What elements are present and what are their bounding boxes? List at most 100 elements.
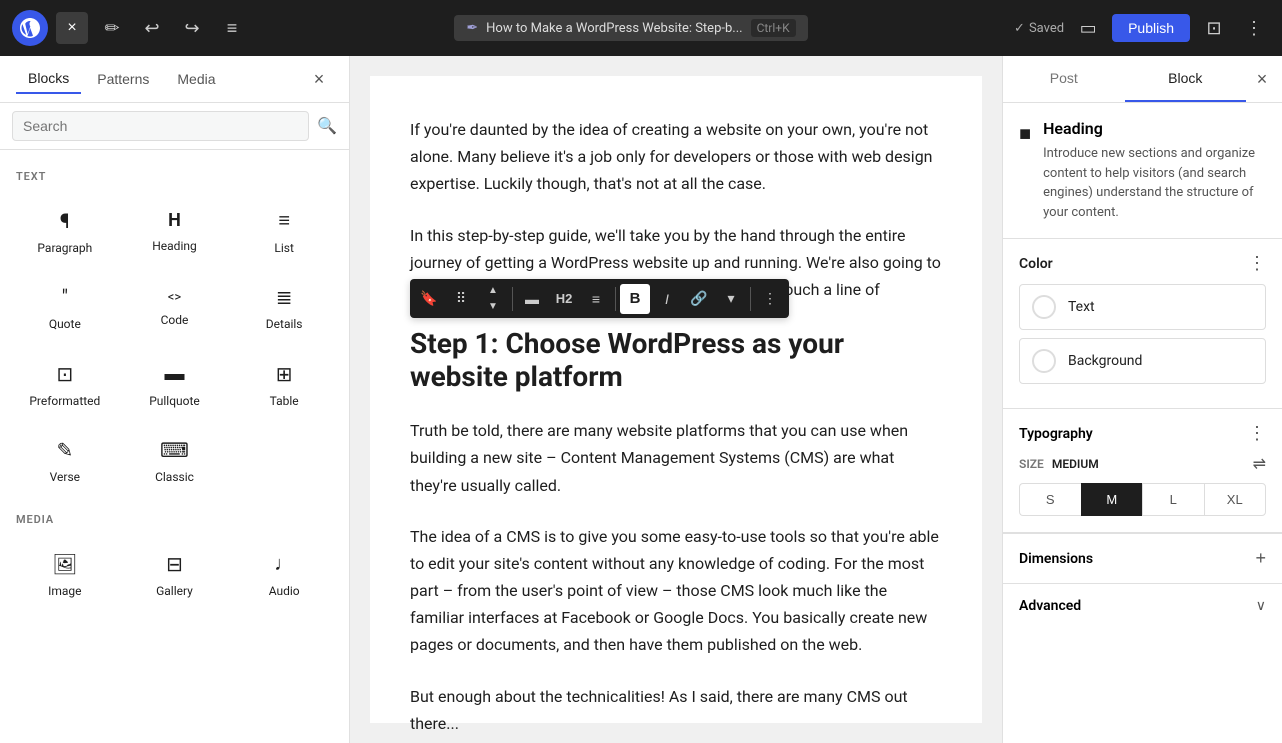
undo-button[interactable]: ↩ <box>136 12 168 44</box>
size-btn-s[interactable]: S <box>1019 483 1081 516</box>
toolbar-move-up-button[interactable]: ▲ <box>478 283 508 298</box>
paragraph-icon: ¶ <box>60 209 70 233</box>
media-section-label: MEDIA <box>16 513 333 526</box>
block-item-heading[interactable]: H Heading <box>122 195 228 268</box>
typography-section: Typography ⋮ SIZE MEDIUM ⇌ S M L XL <box>1003 408 1282 533</box>
block-item-audio[interactable]: ♩ Audio <box>231 538 337 611</box>
text-color-label: Text <box>1068 299 1095 315</box>
tab-block[interactable]: Block <box>1125 56 1247 102</box>
toolbar-move-down-button[interactable]: ▼ <box>478 299 508 314</box>
advanced-chevron-icon: ∨ <box>1256 598 1266 614</box>
block-item-preformatted[interactable]: ⊡ Preformatted <box>12 348 118 421</box>
image-icon: 🖼 <box>52 552 77 576</box>
table-icon: ⊞ <box>276 362 293 386</box>
heading-block[interactable]: 🔖 ⠿ ▲ ▼ ▬ H2 ≡ B I 🔗 ▾ ⋮ <box>410 327 942 393</box>
search-input[interactable] <box>12 111 309 141</box>
toolbar-divider-2 <box>615 287 616 311</box>
paragraph-1[interactable]: If you're daunted by the idea of creatin… <box>410 116 942 198</box>
block-item-image[interactable]: 🖼 Image <box>12 538 118 611</box>
block-label-table: Table <box>270 394 299 408</box>
tab-post[interactable]: Post <box>1003 56 1125 102</box>
tab-media[interactable]: Media <box>165 65 227 93</box>
background-color-label: Background <box>1068 353 1142 369</box>
toolbar-italic-button[interactable]: I <box>652 284 682 314</box>
toolbar-align-button[interactable]: ≡ <box>581 284 611 314</box>
right-sidebar-close-button[interactable]: × <box>1246 63 1278 95</box>
heading-icon: H <box>168 210 181 231</box>
block-label-image: Image <box>48 584 81 598</box>
color-option-text[interactable]: Text <box>1019 284 1266 330</box>
toolbar-more-button[interactable]: ⋮ <box>755 284 785 314</box>
paragraph-3[interactable]: Truth be told, there are many website pl… <box>410 417 942 499</box>
dimensions-add-button[interactable]: + <box>1255 548 1266 569</box>
advanced-section-header[interactable]: Advanced ∨ <box>1003 584 1282 628</box>
block-label-list: List <box>274 241 294 255</box>
toolbar-h2-button[interactable]: H2 <box>549 284 579 314</box>
block-item-code[interactable]: <> Code <box>122 272 228 344</box>
dimensions-section-header[interactable]: Dimensions + <box>1003 534 1282 583</box>
block-item-paragraph[interactable]: ¶ Paragraph <box>12 195 118 268</box>
color-more-button[interactable]: ⋮ <box>1248 253 1266 274</box>
block-type-title: Heading <box>1043 119 1266 138</box>
text-section-label: TEXT <box>16 170 333 183</box>
color-section: Color ⋮ Text Background <box>1003 239 1282 408</box>
page-title: How to Make a WordPress Website: Step-b.… <box>486 21 742 36</box>
search-button[interactable]: 🔍 <box>317 116 337 136</box>
toolbar-bold-button[interactable]: B <box>620 284 650 314</box>
advanced-section: Advanced ∨ <box>1003 583 1282 628</box>
block-item-quote[interactable]: " Quote <box>12 272 118 344</box>
size-btn-xl[interactable]: XL <box>1204 483 1267 516</box>
block-item-table[interactable]: ⊞ Table <box>231 348 337 421</box>
more-options-button[interactable]: ⋮ <box>1238 12 1270 44</box>
size-btn-m[interactable]: M <box>1081 483 1143 516</box>
block-item-pullquote[interactable]: ▬ Pullquote <box>122 348 228 421</box>
main-layout: Blocks Patterns Media × 🔍 TEXT ¶ Paragra… <box>0 56 1282 743</box>
block-label-heading: Heading <box>152 239 197 253</box>
check-icon: ✓ <box>1014 21 1025 36</box>
block-item-verse[interactable]: ✎ Verse <box>12 425 118 497</box>
pen-icon: ✒ <box>466 20 478 36</box>
size-label: SIZE <box>1019 457 1044 471</box>
block-info-panel: ■ Heading Introduce new sections and org… <box>1003 103 1282 239</box>
toolbar-dropdown-button[interactable]: ▾ <box>716 284 746 314</box>
block-toolbar: 🔖 ⠿ ▲ ▼ ▬ H2 ≡ B I 🔗 ▾ ⋮ <box>410 279 789 318</box>
toolbar-link-button[interactable]: 🔗 <box>684 284 714 314</box>
redo-button[interactable]: ↪ <box>176 12 208 44</box>
sidebar-close-button[interactable]: × <box>305 65 333 93</box>
color-option-background[interactable]: Background <box>1019 338 1266 384</box>
toolbar-bookmark-button[interactable]: 🔖 <box>414 284 444 314</box>
paragraph-5[interactable]: But enough about the technicalities! As … <box>410 683 942 737</box>
toolbar-drag-button[interactable]: ⠿ <box>446 284 476 314</box>
typography-adjust-icon[interactable]: ⇌ <box>1253 454 1266 473</box>
block-item-gallery[interactable]: ⊟ Gallery <box>122 538 228 611</box>
right-sidebar: Post Block × ■ Heading Introduce new sec… <box>1002 56 1282 743</box>
details-icon: ≣ <box>276 285 293 309</box>
block-label-preformatted: Preformatted <box>29 394 100 408</box>
block-item-classic[interactable]: ⌨ Classic <box>122 425 228 497</box>
command-palette[interactable]: ✒ How to Make a WordPress Website: Step-… <box>454 15 807 41</box>
publish-button[interactable]: Publish <box>1112 14 1190 42</box>
view-mode-button[interactable]: ▭ <box>1072 12 1104 44</box>
size-buttons-group: S M L XL <box>1003 483 1282 533</box>
size-btn-l[interactable]: L <box>1142 483 1204 516</box>
tab-patterns[interactable]: Patterns <box>85 65 161 93</box>
block-search-bar: 🔍 <box>0 103 349 150</box>
verse-icon: ✎ <box>56 438 73 462</box>
wp-logo <box>12 10 48 46</box>
typography-size-row: SIZE MEDIUM ⇌ <box>1003 454 1282 483</box>
sidebar-toggle-button[interactable]: ⊡ <box>1198 12 1230 44</box>
color-section-title: Color <box>1019 256 1053 272</box>
toolbar-divider-1 <box>512 287 513 311</box>
toolbar-transform-button[interactable]: ▬ <box>517 284 547 314</box>
tab-blocks[interactable]: Blocks <box>16 64 81 94</box>
tools-button[interactable]: ✏ <box>96 12 128 44</box>
block-label-quote: Quote <box>49 317 81 331</box>
paragraph-4[interactable]: The idea of a CMS is to give you some ea… <box>410 523 942 659</box>
typography-more-button[interactable]: ⋮ <box>1248 423 1266 444</box>
block-label-verse: Verse <box>50 470 80 484</box>
list-view-button[interactable]: ≡ <box>216 12 248 44</box>
block-item-list[interactable]: ≡ List <box>231 195 337 268</box>
heading-text[interactable]: Step 1: Choose WordPress as your website… <box>410 327 942 393</box>
close-plugin-button[interactable]: × <box>56 12 88 44</box>
block-item-details[interactable]: ≣ Details <box>231 272 337 344</box>
